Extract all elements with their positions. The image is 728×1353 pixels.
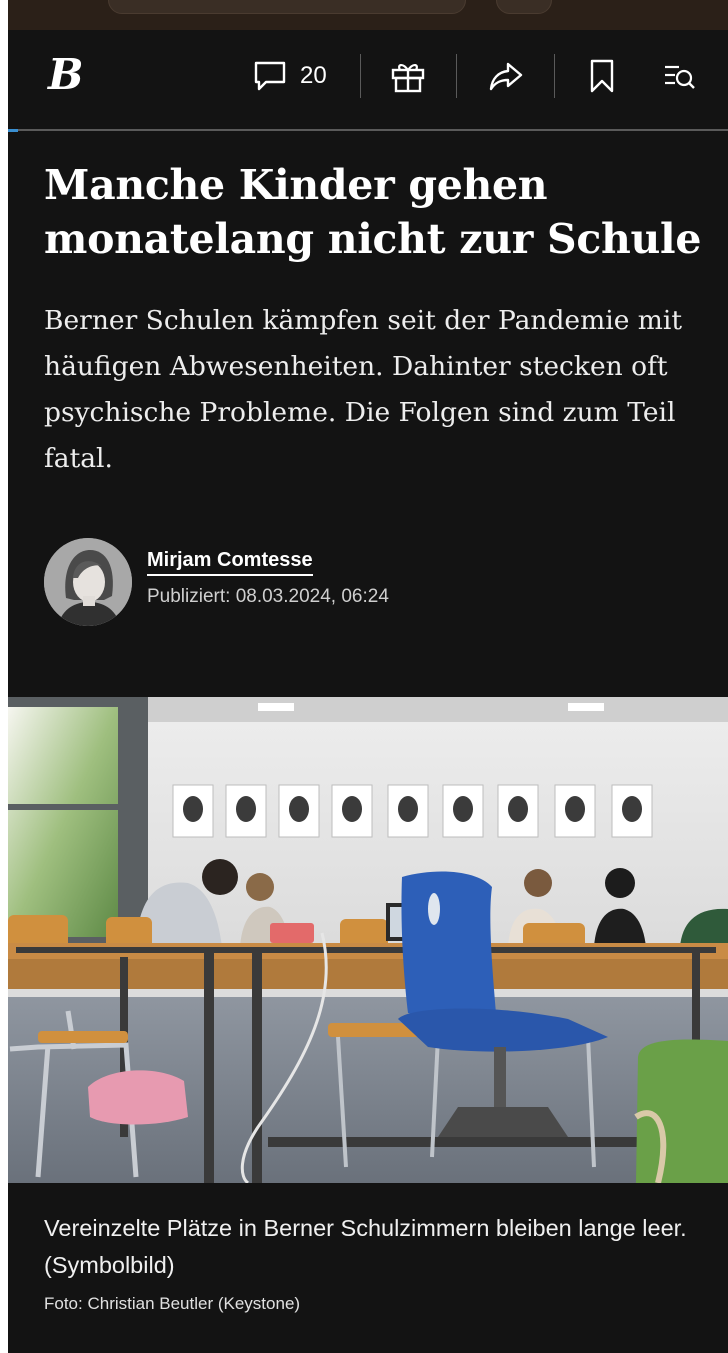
share-icon <box>489 62 523 91</box>
header-divider <box>456 54 457 98</box>
header-divider <box>554 54 555 98</box>
search-menu-button[interactable] <box>660 54 700 98</box>
gift-button[interactable] <box>386 54 430 98</box>
author-link[interactable]: Mirjam Comtesse <box>147 549 313 576</box>
author-avatar[interactable] <box>44 538 132 626</box>
comment-icon <box>254 61 286 91</box>
publish-date: Publiziert: 08.03.2024, 06:24 <box>147 586 389 607</box>
browser-tab-button[interactable] <box>496 0 552 14</box>
site-header: B 20 <box>8 30 728 130</box>
bookmark-icon <box>590 59 614 93</box>
comments-button[interactable]: 20 <box>252 54 342 98</box>
browser-top-strip <box>8 0 728 30</box>
article-page: B 20 Manche Kinder gehen monatelang nich… <box>8 0 728 1353</box>
reading-progress-fill <box>8 129 18 132</box>
share-button[interactable] <box>484 54 528 98</box>
gift-icon <box>391 64 425 93</box>
address-bar[interactable] <box>108 0 466 14</box>
article-photo[interactable] <box>8 697 728 1183</box>
image-credit: Foto: Christian Beutler (Keystone) <box>44 1294 301 1313</box>
comment-count: 20 <box>300 62 327 89</box>
article-lead: Berner Schulen kämpfen seit der Pandemie… <box>44 305 683 474</box>
bookmark-button[interactable] <box>582 54 622 98</box>
reading-progress-bar <box>8 129 728 132</box>
article-headline: Manche Kinder gehen monatelang nicht zur… <box>44 161 702 263</box>
image-caption: Vereinzelte Plätze in Berner Schulzimmer… <box>44 1215 687 1278</box>
header-divider <box>360 54 361 98</box>
site-logo[interactable]: B <box>48 50 83 100</box>
search-menu-icon <box>665 65 695 89</box>
